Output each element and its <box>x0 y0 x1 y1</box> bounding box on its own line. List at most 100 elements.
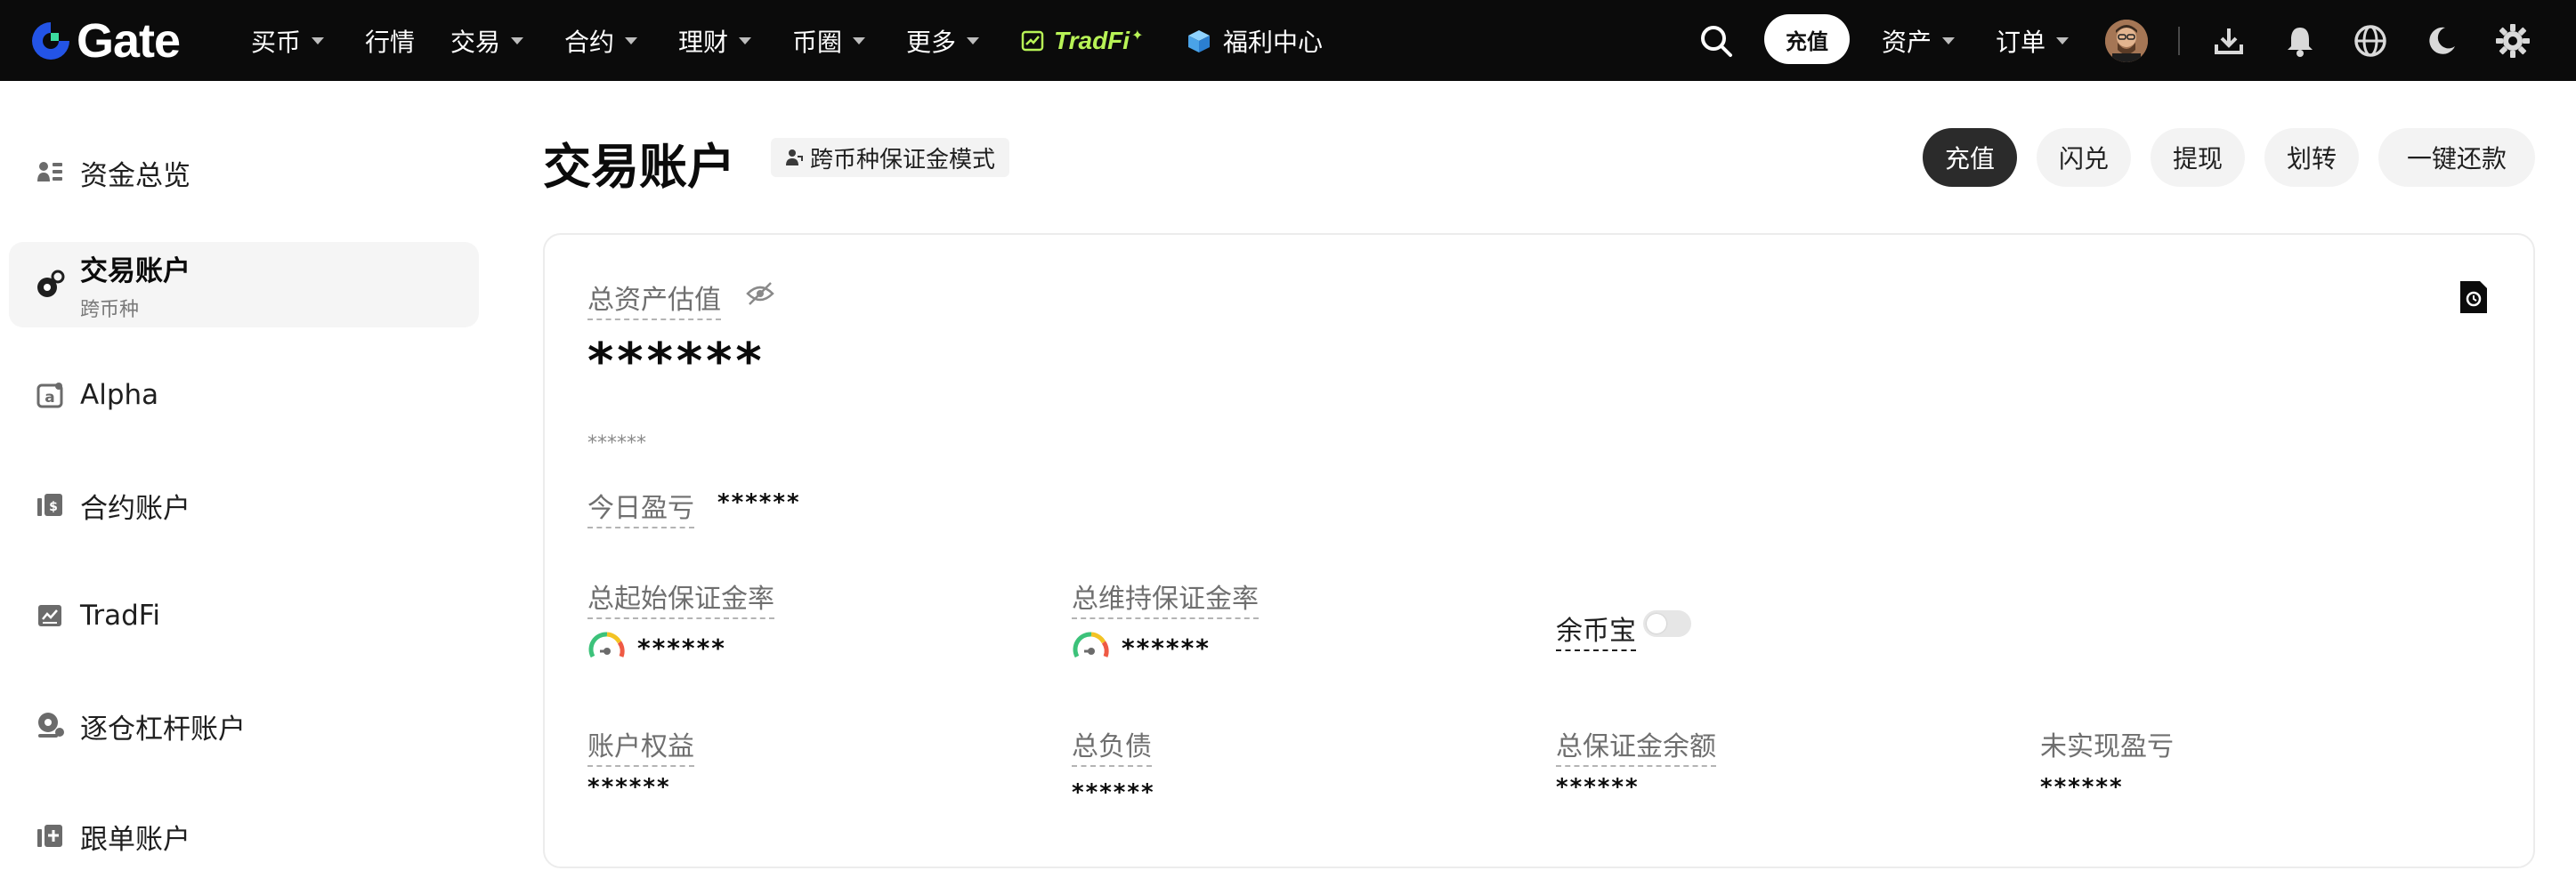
account-summary-card: 总资产估值 ****** ****** 今日盈亏 ****** 总起始保证金率 … <box>543 233 2535 868</box>
sidebar-item-label: 逐仓杠杆账户 <box>80 713 246 746</box>
tradfi-icon <box>34 600 66 632</box>
nav-label: 订单 <box>1996 28 2046 57</box>
nav-earn[interactable]: 理财 <box>678 20 752 62</box>
nav-markets[interactable]: 行情 <box>365 20 415 62</box>
gift-box-icon <box>1188 30 1210 52</box>
chevron-down-icon <box>1942 37 1956 44</box>
total-assets-label[interactable]: 总资产估值 <box>587 278 721 320</box>
sidebar-item-trading-account[interactable]: 交易账户 跨币种 <box>9 242 479 327</box>
welfare-label: 福利中心 <box>1223 28 1324 57</box>
globe-icon[interactable] <box>2349 20 2392 62</box>
nav-label: 理财 <box>678 28 729 57</box>
total-margin-balance-value: ****** <box>1556 774 1640 801</box>
sidebar-item-futures-account[interactable]: $ 合约账户 <box>9 463 479 548</box>
sparkle-icon: ✦ <box>1131 26 1144 44</box>
moon-icon[interactable] <box>2420 20 2463 62</box>
total-assets-secondary-value: ****** <box>587 432 646 455</box>
nav-futures[interactable]: 合约 <box>564 20 638 62</box>
transfer-button[interactable]: 划转 <box>2264 128 2359 187</box>
account-equity-label[interactable]: 账户权益 <box>587 724 694 767</box>
gate-logo[interactable]: Gate <box>28 14 181 68</box>
sidebar-item-label: TradFi <box>80 600 160 632</box>
logo-text: Gate <box>77 14 181 68</box>
header-divider <box>2178 27 2180 55</box>
nav-community[interactable]: 币圈 <box>792 20 866 62</box>
yubibao-toggle[interactable] <box>1643 610 1691 637</box>
nav-buy-crypto[interactable]: 买币 <box>251 20 325 62</box>
gate-logo-mark-icon <box>32 22 69 60</box>
nav-label: 更多 <box>906 28 957 57</box>
page-title: 交易账户 <box>543 139 735 195</box>
eye-hidden-icon[interactable] <box>746 281 774 310</box>
sidebar-item-label: 资金总览 <box>80 159 190 192</box>
toggle-knob <box>1647 614 1666 633</box>
total-liabilities-label[interactable]: 总负债 <box>1072 724 1152 767</box>
margin-mode-badge[interactable]: 跨币种保证金模式 <box>771 138 1010 177</box>
nav-more[interactable]: 更多 <box>906 20 980 62</box>
tradfi-label: TradFi <box>1054 27 1130 54</box>
today-pnl-label[interactable]: 今日盈亏 <box>587 486 694 528</box>
unrealized-pnl-label: 未实现盈亏 <box>2040 731 2174 762</box>
yubibao-label[interactable]: 余币宝 <box>1556 609 1636 651</box>
sidebar-item-asset-overview[interactable]: 资金总览 <box>9 130 479 215</box>
svg-text:a: a <box>45 389 54 407</box>
total-margin-balance-label[interactable]: 总保证金余额 <box>1556 724 1716 767</box>
nav-assets[interactable]: 资产 <box>1882 20 1956 62</box>
flash-swap-button[interactable]: 闪兑 <box>2037 128 2131 187</box>
sidebar-item-alpha[interactable]: a Alpha <box>9 352 479 438</box>
sidebar-item-tradfi[interactable]: TradFi <box>9 573 479 658</box>
user-mode-icon <box>786 149 803 165</box>
avatar[interactable] <box>2105 20 2148 62</box>
sidebar-item-label: 合约账户 <box>80 492 190 525</box>
chevron-down-icon <box>967 37 980 44</box>
download-icon[interactable] <box>2207 20 2250 62</box>
nav-orders[interactable]: 订单 <box>1996 20 2070 62</box>
sidebar-item-label: 交易账户 <box>80 254 190 287</box>
gauge-icon <box>587 630 627 673</box>
bell-icon[interactable] <box>2279 20 2321 62</box>
chevron-down-icon <box>625 37 638 44</box>
sidebar-item-copy-trading[interactable]: 跟单账户 <box>9 794 479 879</box>
history-record-icon[interactable] <box>2457 279 2491 318</box>
search-icon[interactable] <box>1695 20 1738 62</box>
maintenance-margin-ratio-value: ****** <box>1122 633 1211 663</box>
copy-trade-icon <box>34 820 66 852</box>
chevron-down-icon <box>312 37 325 44</box>
nav-tradfi[interactable]: TradFi ✦ <box>1020 20 1143 62</box>
chevron-down-icon <box>853 37 866 44</box>
gear-icon[interactable] <box>2491 20 2534 62</box>
nav-label: 交易 <box>450 28 501 57</box>
nav-welfare-center[interactable]: 福利中心 <box>1186 20 1323 62</box>
sidebar-item-sublabel: 跨币种 <box>80 298 140 321</box>
nav-label: 买币 <box>251 28 302 57</box>
sidebar-item-label: Alpha <box>80 379 159 411</box>
alpha-icon: a <box>34 379 66 411</box>
maintenance-margin-ratio-label[interactable]: 总维持保证金率 <box>1072 577 1259 619</box>
sidebar-item-label: 跟单账户 <box>80 823 190 856</box>
unrealized-pnl-value: ****** <box>2040 774 2124 801</box>
svg-text:$: $ <box>49 500 58 514</box>
one-click-repay-button[interactable]: 一键还款 <box>2378 128 2535 187</box>
margin-mode-label: 跨币种保证金模式 <box>810 146 996 173</box>
initial-margin-ratio-label[interactable]: 总起始保证金率 <box>587 577 774 619</box>
total-assets-value: ****** <box>587 333 766 391</box>
margin-icon <box>34 710 66 742</box>
wallet-overview-icon <box>34 157 66 189</box>
chart-trend-icon <box>1021 30 1044 52</box>
nav-trade[interactable]: 交易 <box>450 20 524 62</box>
withdraw-button[interactable]: 提现 <box>2151 128 2245 187</box>
nav-label: 币圈 <box>792 28 843 57</box>
deposit-button[interactable]: 充值 <box>1923 128 2017 187</box>
futures-icon: $ <box>34 489 66 521</box>
initial-margin-ratio-value: ****** <box>637 633 726 663</box>
total-liabilities-value: ****** <box>1072 779 1155 806</box>
header-deposit-button[interactable]: 充值 <box>1764 14 1850 64</box>
nav-label: 合约 <box>564 28 615 57</box>
chevron-down-icon <box>2056 37 2070 44</box>
chevron-down-icon <box>511 37 524 44</box>
gauge-icon <box>1072 630 1111 673</box>
sidebar-item-isolated-margin[interactable]: 逐仓杠杆账户 <box>9 683 479 769</box>
chevron-down-icon <box>739 37 752 44</box>
account-equity-value: ****** <box>587 774 671 801</box>
today-pnl-value: ****** <box>717 489 801 516</box>
